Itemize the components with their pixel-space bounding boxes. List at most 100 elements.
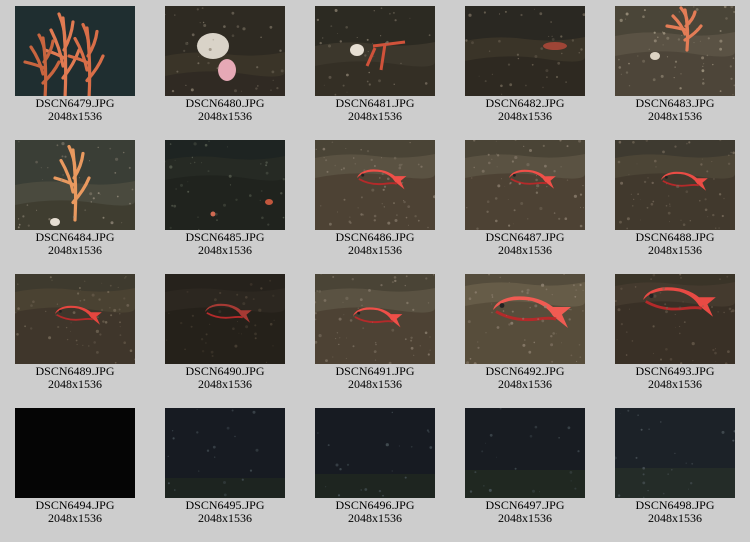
dimensions-label: 2048x1536	[48, 377, 102, 391]
thumbnail-item: DSCN6495.JPG 2048x1536	[150, 402, 300, 530]
thumbnail-image[interactable]	[165, 140, 285, 230]
dimensions-label: 2048x1536	[198, 243, 252, 257]
thumbnail-image[interactable]	[165, 408, 285, 498]
photo-thumbnail	[615, 6, 735, 96]
thumbnail-item: DSCN6490.JPG 2048x1536	[150, 268, 300, 396]
thumbnail-item: DSCN6481.JPG 2048x1536	[300, 0, 450, 128]
dimensions-label: 2048x1536	[648, 377, 702, 391]
photo-thumbnail	[165, 7, 285, 96]
thumbnail-item: DSCN6491.JPG 2048x1536	[300, 268, 450, 396]
dimensions-label: 2048x1536	[498, 243, 552, 257]
thumbnail-item: DSCN6486.JPG 2048x1536	[300, 134, 450, 262]
photo-thumbnail	[615, 408, 735, 498]
thumbnail-item: DSCN6498.JPG 2048x1536	[600, 402, 750, 530]
thumbnail-image[interactable]	[615, 408, 735, 498]
photo-thumbnail	[15, 408, 135, 498]
thumbnail-caption: DSCN6491.JPG 2048x1536	[300, 365, 450, 391]
thumbnail-caption: DSCN6482.JPG 2048x1536	[450, 97, 600, 123]
thumbnail-image[interactable]	[615, 274, 735, 364]
photo-thumbnail	[315, 274, 435, 364]
thumbnail-item: DSCN6492.JPG 2048x1536	[450, 268, 600, 396]
dimensions-label: 2048x1536	[498, 377, 552, 391]
photo-thumbnail	[165, 140, 285, 230]
thumbnail-image[interactable]	[315, 140, 435, 230]
thumbnail-caption: DSCN6479.JPG 2048x1536	[0, 97, 150, 123]
thumbnail-item: DSCN6488.JPG 2048x1536	[600, 134, 750, 262]
thumbnail-caption: DSCN6483.JPG 2048x1536	[600, 97, 750, 123]
photo-thumbnail	[15, 6, 135, 96]
thumbnail-item: DSCN6482.JPG 2048x1536	[450, 0, 600, 128]
thumbnail-item: DSCN6497.JPG 2048x1536	[450, 402, 600, 530]
thumbnail-item: DSCN6479.JPG 2048x1536	[0, 0, 150, 128]
dimensions-label: 2048x1536	[348, 377, 402, 391]
thumbnail-item: DSCN6487.JPG 2048x1536	[450, 134, 600, 262]
thumbnail-item: DSCN6494.JPG 2048x1536	[0, 402, 150, 530]
photo-thumbnail	[15, 276, 135, 364]
photo-thumbnail	[315, 7, 435, 96]
photo-thumbnail	[315, 408, 435, 498]
dimensions-label: 2048x1536	[198, 377, 252, 391]
thumbnail-caption: DSCN6486.JPG 2048x1536	[300, 231, 450, 257]
thumbnail-caption: DSCN6494.JPG 2048x1536	[0, 499, 150, 525]
thumbnail-image[interactable]	[465, 408, 585, 498]
thumbnail-caption: DSCN6496.JPG 2048x1536	[300, 499, 450, 525]
thumbnail-image[interactable]	[615, 6, 735, 96]
thumbnail-caption: DSCN6485.JPG 2048x1536	[150, 231, 300, 257]
dimensions-label: 2048x1536	[48, 511, 102, 525]
dimensions-label: 2048x1536	[48, 243, 102, 257]
dimensions-label: 2048x1536	[648, 109, 702, 123]
thumbnail-item: DSCN6484.JPG 2048x1536	[0, 134, 150, 262]
thumbnail-image[interactable]	[15, 6, 135, 96]
thumbnail-image[interactable]	[315, 274, 435, 364]
dimensions-label: 2048x1536	[498, 109, 552, 123]
thumbnail-image[interactable]	[465, 274, 585, 364]
thumbnail-image[interactable]	[15, 140, 135, 230]
photo-thumbnail	[315, 141, 435, 230]
thumbnail-image[interactable]	[15, 408, 135, 498]
thumbnail-caption: DSCN6493.JPG 2048x1536	[600, 365, 750, 391]
thumbnail-image[interactable]	[315, 6, 435, 96]
photo-thumbnail	[165, 279, 285, 364]
thumbnail-caption: DSCN6487.JPG 2048x1536	[450, 231, 600, 257]
thumbnail-item: DSCN6493.JPG 2048x1536	[600, 268, 750, 396]
dimensions-label: 2048x1536	[198, 109, 252, 123]
thumbnail-image[interactable]	[465, 140, 585, 230]
thumbnail-caption: DSCN6498.JPG 2048x1536	[600, 499, 750, 525]
thumbnail-caption: DSCN6481.JPG 2048x1536	[300, 97, 450, 123]
thumbnail-caption: DSCN6497.JPG 2048x1536	[450, 499, 600, 525]
thumbnail-item: DSCN6480.JPG 2048x1536	[150, 0, 300, 128]
thumbnail-caption: DSCN6492.JPG 2048x1536	[450, 365, 600, 391]
photo-thumbnail	[615, 140, 735, 230]
photo-thumbnail	[615, 274, 735, 364]
photo-thumbnail	[465, 8, 585, 96]
thumbnail-caption: DSCN6495.JPG 2048x1536	[150, 499, 300, 525]
thumbnail-caption: DSCN6489.JPG 2048x1536	[0, 365, 150, 391]
dimensions-label: 2048x1536	[348, 243, 402, 257]
dimensions-label: 2048x1536	[348, 109, 402, 123]
thumbnail-image[interactable]	[165, 6, 285, 96]
thumbnail-caption: DSCN6488.JPG 2048x1536	[600, 231, 750, 257]
thumbnail-caption: DSCN6480.JPG 2048x1536	[150, 97, 300, 123]
photo-thumbnail	[465, 140, 585, 230]
dimensions-label: 2048x1536	[498, 511, 552, 525]
dimensions-label: 2048x1536	[48, 109, 102, 123]
thumbnail-caption: DSCN6490.JPG 2048x1536	[150, 365, 300, 391]
thumbnail-item: DSCN6483.JPG 2048x1536	[600, 0, 750, 128]
thumbnail-item: DSCN6489.JPG 2048x1536	[0, 268, 150, 396]
thumbnail-grid: DSCN6479.JPG 2048x1536 DSCN6480.JPG 2048x15…	[0, 0, 750, 542]
photo-thumbnail	[15, 141, 135, 230]
photo-thumbnail	[465, 408, 585, 498]
thumbnail-item: DSCN6496.JPG 2048x1536	[300, 402, 450, 530]
dimensions-label: 2048x1536	[648, 511, 702, 525]
thumbnail-image[interactable]	[615, 140, 735, 230]
thumbnail-image[interactable]	[165, 274, 285, 364]
dimensions-label: 2048x1536	[648, 243, 702, 257]
thumbnail-image[interactable]	[15, 274, 135, 364]
thumbnail-image[interactable]	[315, 408, 435, 498]
photo-thumbnail	[165, 408, 285, 498]
thumbnail-caption: DSCN6484.JPG 2048x1536	[0, 231, 150, 257]
dimensions-label: 2048x1536	[198, 511, 252, 525]
photo-thumbnail	[465, 274, 585, 364]
thumbnail-image[interactable]	[465, 6, 585, 96]
thumbnail-item: DSCN6485.JPG 2048x1536	[150, 134, 300, 262]
